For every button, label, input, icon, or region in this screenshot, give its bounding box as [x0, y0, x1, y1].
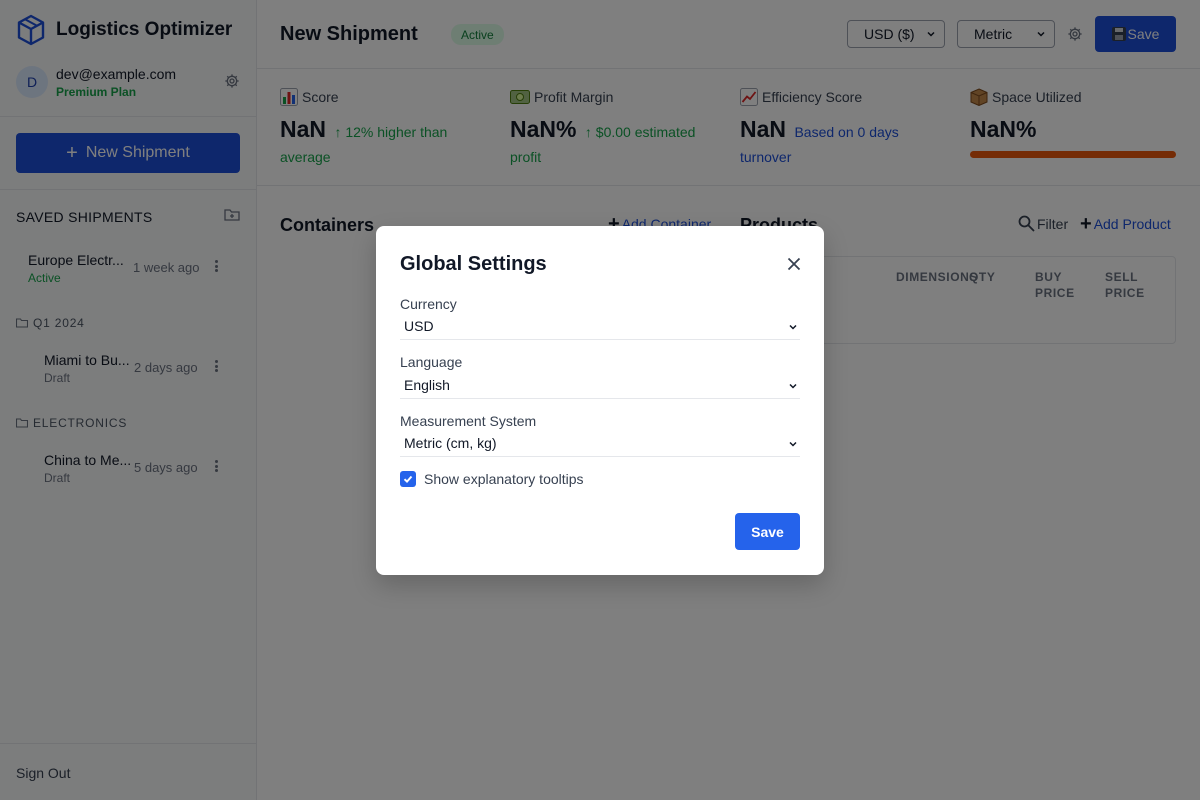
chevron-down-icon — [789, 324, 797, 330]
measurement-field-value: Metric (cm, kg) — [404, 435, 497, 451]
tooltips-label: Show explanatory tooltips — [424, 471, 584, 487]
currency-field-value: USD — [404, 318, 434, 334]
language-field-value: English — [404, 377, 450, 393]
close-icon[interactable] — [786, 256, 802, 272]
checkmark-icon — [403, 475, 413, 484]
chevron-down-icon — [789, 383, 797, 389]
global-settings-dialog: Global Settings Currency USD Language En… — [376, 226, 824, 575]
language-field[interactable]: English — [400, 377, 800, 399]
currency-label: Currency — [400, 296, 457, 312]
save-settings-button[interactable]: Save — [735, 513, 800, 550]
measurement-field[interactable]: Metric (cm, kg) — [400, 435, 800, 457]
language-label: Language — [400, 354, 463, 370]
measurement-label: Measurement System — [400, 413, 537, 429]
tooltips-option: Show explanatory tooltips — [400, 471, 584, 487]
dialog-title: Global Settings — [400, 253, 547, 275]
currency-field[interactable]: USD — [400, 318, 800, 340]
chevron-down-icon — [789, 441, 797, 447]
tooltips-checkbox[interactable] — [400, 471, 416, 487]
